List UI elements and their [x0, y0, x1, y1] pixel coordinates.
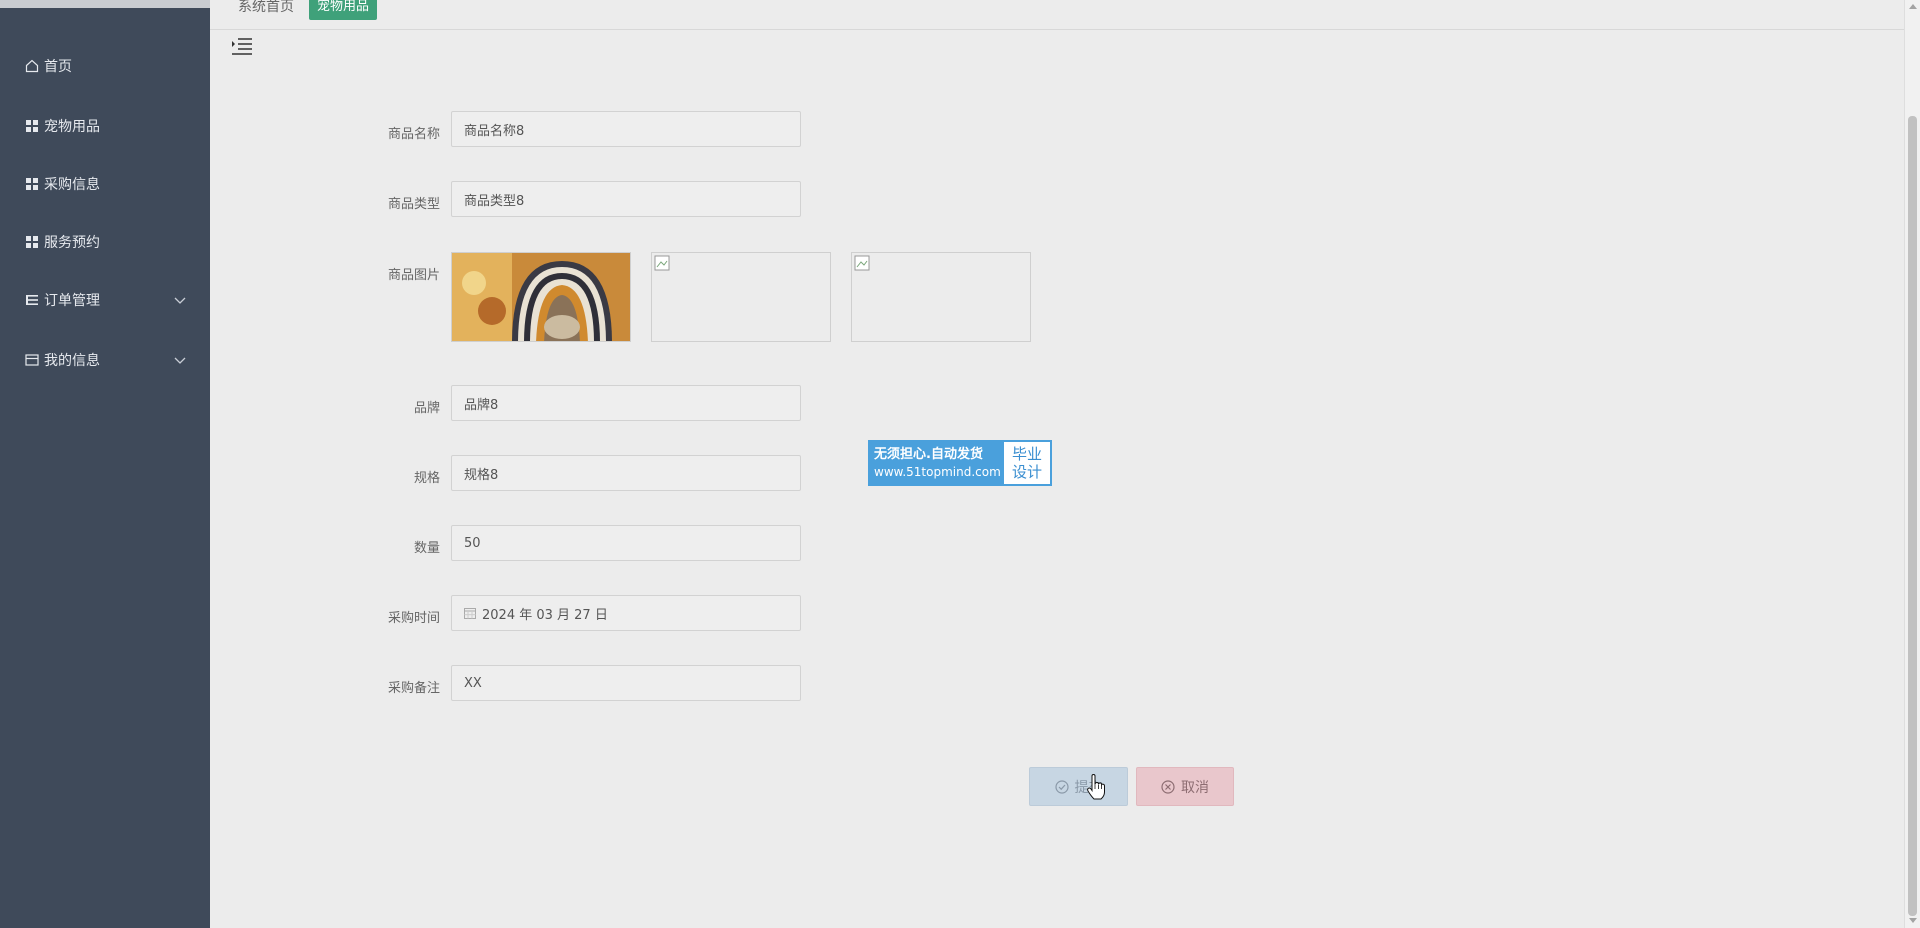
watermark-right-line2: 设计: [1011, 463, 1042, 481]
chevron-down-icon: [174, 357, 186, 364]
vertical-scrollbar[interactable]: [1904, 0, 1920, 928]
product-name-label: 商品名称: [387, 127, 440, 142]
purchase-time-value: 2024 年 03 月 27 日: [482, 607, 608, 623]
calendar-icon: [464, 608, 476, 619]
sidebar-item-order-management[interactable]: 订单管理: [0, 280, 210, 320]
purchase-note-label: 采购备注: [387, 681, 440, 696]
broken-image-icon: [854, 255, 870, 271]
watermark-slogan: 无须担心.自动发货: [874, 447, 983, 462]
sidebar-item-my-info[interactable]: 我的信息: [0, 340, 210, 380]
hand-cursor-icon: [1087, 774, 1105, 800]
submit-button[interactable]: 提交: [1029, 767, 1128, 806]
grid-icon: [24, 234, 40, 250]
sidebar-item-home[interactable]: 首页: [0, 46, 210, 86]
breadcrumb-home[interactable]: 系统首页: [238, 0, 294, 16]
scroll-up-arrow-icon[interactable]: [1909, 4, 1917, 9]
home-icon: [24, 58, 40, 74]
broken-image-icon: [654, 255, 670, 271]
breadcrumb-tag[interactable]: 宠物用品: [309, 0, 378, 20]
spec-input[interactable]: [451, 455, 801, 491]
product-image-1[interactable]: [451, 252, 631, 342]
cancel-label: 取消: [1181, 778, 1209, 795]
sidebar-item-label: 采购信息: [44, 177, 100, 193]
cancel-button[interactable]: 取消: [1136, 767, 1234, 806]
menu-toggle-icon[interactable]: [230, 36, 254, 56]
sidebar: 首页 宠物用品 采购信息 服务预约 订单管理 我的信息: [0, 8, 210, 928]
watermark-left: 无须担心.自动发货 www.51topmind.com: [870, 442, 1004, 484]
watermark-url: www.51topmind.com: [874, 465, 1001, 479]
sidebar-item-pet-supplies[interactable]: 宠物用品: [0, 106, 210, 146]
check-circle-icon: [1054, 779, 1069, 794]
top-bar: 系统首页 宠物用品: [210, 0, 1904, 30]
quantity-label: 数量: [413, 541, 440, 556]
purchase-time-label: 采购时间: [387, 611, 440, 626]
spec-label: 规格: [413, 471, 440, 486]
product-name-input[interactable]: [451, 111, 801, 147]
scrollbar-thumb[interactable]: [1908, 116, 1917, 916]
product-image-label: 商品图片: [387, 268, 440, 283]
grid-icon: [24, 118, 40, 134]
watermark-badge: 无须担心.自动发货 www.51topmind.com 毕业 设计: [868, 440, 1052, 486]
sidebar-item-label: 我的信息: [44, 353, 100, 369]
sidebar-item-label: 首页: [44, 59, 72, 75]
sidebar-item-label: 宠物用品: [44, 119, 100, 135]
grid-icon: [24, 176, 40, 192]
chevron-down-icon: [174, 297, 186, 304]
purchase-note-input[interactable]: [451, 665, 801, 701]
product-image-3[interactable]: [851, 252, 1031, 342]
watermark-right-line1: 毕业: [1011, 445, 1042, 463]
pet-bed-image: [452, 253, 630, 341]
quantity-input[interactable]: [451, 525, 801, 561]
sidebar-item-service-booking[interactable]: 服务预约: [0, 222, 210, 262]
scroll-down-arrow-icon[interactable]: [1909, 918, 1917, 923]
sidebar-item-label: 订单管理: [44, 293, 100, 309]
brand-label: 品牌: [413, 401, 440, 416]
sidebar-item-label: 服务预约: [44, 235, 100, 251]
product-type-input[interactable]: [451, 181, 801, 217]
brand-input[interactable]: [451, 385, 801, 421]
list-icon: [24, 292, 40, 308]
sidebar-item-purchase-info[interactable]: 采购信息: [0, 164, 210, 204]
product-type-label: 商品类型: [387, 197, 440, 212]
close-circle-icon: [1161, 779, 1175, 794]
watermark-right: 毕业 设计: [1004, 442, 1050, 484]
product-image-2[interactable]: [651, 252, 831, 342]
purchase-time-input[interactable]: 2024 年 03 月 27 日: [451, 595, 801, 631]
card-icon: [24, 352, 40, 368]
